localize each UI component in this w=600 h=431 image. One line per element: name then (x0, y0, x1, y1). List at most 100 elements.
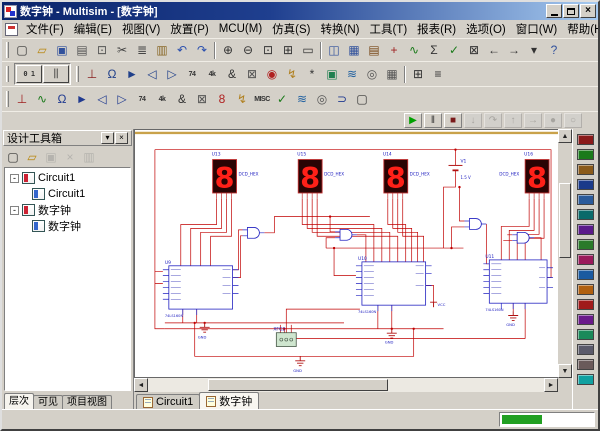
zoom-area-button[interactable]: ⊡ (258, 41, 278, 60)
minimize-button[interactable] (546, 4, 562, 18)
place-misc-button[interactable]: * (302, 65, 322, 84)
collapse-icon[interactable]: - (10, 174, 19, 183)
grapher-button[interactable]: ∿ (404, 41, 424, 60)
cut-button[interactable]: ✂ (112, 41, 132, 60)
hierarchy-tab[interactable]: 层次 (4, 393, 34, 409)
toolbar-grip[interactable] (6, 66, 9, 82)
place-peripheral-button[interactable]: ▣ (322, 65, 342, 84)
indicator-family-button[interactable]: 8 (212, 90, 232, 109)
diode-family-button[interactable]: ► (72, 90, 92, 109)
redo-button[interactable]: ↷ (192, 41, 212, 60)
and-gate[interactable] (512, 232, 534, 243)
save-button[interactable]: ▣ (52, 41, 72, 60)
distortion-analyzer-button[interactable] (575, 297, 597, 312)
place-basic-button[interactable]: Ω (102, 65, 122, 84)
schematic[interactable]: 8 8 8 8 (135, 130, 558, 377)
panel-close-button[interactable]: × (115, 132, 128, 144)
zoom-fit-button[interactable]: ⊞ (278, 41, 298, 60)
circuit1-sheet-tab[interactable]: Circuit1 (136, 394, 200, 409)
and-gate[interactable] (335, 229, 357, 240)
misc-family-button[interactable]: MISC (252, 90, 272, 109)
place-rf-button[interactable]: ≋ (342, 65, 362, 84)
agilent-function-generator-button[interactable] (575, 342, 597, 357)
simulation-pause-switch[interactable]: ‖ (43, 65, 69, 83)
capture-area-button[interactable]: ⊠ (464, 41, 484, 60)
menu-reports[interactable]: 报表(R) (412, 20, 461, 38)
new-document-button[interactable]: ▢ (4, 148, 22, 165)
zoom-in-button[interactable]: ⊕ (218, 41, 238, 60)
tree-node-circuit1[interactable]: - Circuit1 (5, 170, 130, 186)
place-mcu-button[interactable]: ▦ (382, 65, 402, 84)
component-wizard-button[interactable]: + (384, 41, 404, 60)
horizontal-scroll-thumb[interactable] (208, 379, 388, 391)
run-button[interactable]: ▶ (404, 113, 422, 128)
multimeter-button[interactable] (575, 132, 597, 147)
postprocessor-button[interactable]: Σ (424, 41, 444, 60)
menu-transfer[interactable]: 转换(N) (316, 20, 365, 38)
step-out-button[interactable]: ↑ (504, 113, 522, 128)
place-transistor-button[interactable]: ◁ (142, 65, 162, 84)
panel-menu-button[interactable]: ▾ (101, 132, 114, 144)
schematic-canvas-area[interactable]: 8 8 8 8 (134, 129, 558, 378)
spreadsheet-view-button[interactable]: ▦ (344, 41, 364, 60)
copy-button[interactable]: ≣ (132, 41, 152, 60)
ground-symbol[interactable] (508, 311, 518, 320)
simulation-run-switch[interactable]: 0 1 (16, 65, 42, 83)
close-document-button[interactable]: × (61, 148, 79, 165)
electromech-family-button[interactable]: ◎ (312, 90, 332, 109)
place-electromech-button[interactable]: ◎ (362, 65, 382, 84)
place-power-button[interactable]: ↯ (282, 65, 302, 84)
rename-document-button[interactable]: ▥ (80, 148, 98, 165)
stop-button[interactable]: ■ (444, 113, 462, 128)
open-document-button[interactable]: ▱ (23, 148, 41, 165)
document-icon[interactable] (5, 23, 18, 36)
horizontal-scroll-track[interactable] (148, 378, 544, 392)
print-preview-button[interactable]: ⊡ (92, 41, 112, 60)
place-mixed-button[interactable]: ⊠ (242, 65, 262, 84)
visibility-tab[interactable]: 可见 (33, 395, 63, 409)
scroll-right-button[interactable]: ► (544, 378, 558, 392)
place-bus-button[interactable]: ≡ (428, 65, 448, 84)
ground-symbol[interactable] (295, 356, 305, 365)
logic-analyzer-button[interactable] (575, 252, 597, 267)
scroll-left-button[interactable]: ◄ (134, 378, 148, 392)
analog-family-button[interactable]: ▷ (112, 90, 132, 109)
menu-options[interactable]: 选项(O) (461, 20, 511, 38)
tree-leaf-digital-clock[interactable]: 数字钟 (5, 218, 130, 234)
function-generator-symbol[interactable] (276, 333, 296, 347)
bode-plotter-button[interactable] (575, 207, 597, 222)
design-toolbox-button[interactable]: ◫ (324, 41, 344, 60)
digital-family-button[interactable]: & (172, 90, 192, 109)
save-document-button[interactable]: ▣ (42, 148, 60, 165)
ground-symbol[interactable] (387, 329, 397, 338)
place-ttl-button[interactable]: 74 (182, 65, 202, 84)
voltage-source-symbol[interactable] (449, 165, 463, 170)
run-to-cursor-button[interactable]: → (524, 113, 542, 128)
mixed-family-button[interactable]: ⊠ (192, 90, 212, 109)
menu-mcu[interactable]: MCU(M) (214, 22, 267, 36)
digital-clock-sheet-tab[interactable]: 数字钟 (199, 392, 259, 409)
menu-view[interactable]: 视图(V) (117, 20, 165, 38)
spectrum-analyzer-button[interactable] (575, 312, 597, 327)
toolbar-grip[interactable] (6, 91, 9, 107)
cmos-family-button[interactable]: 4k (152, 90, 172, 109)
paste-button[interactable]: ▥ (152, 41, 172, 60)
place-diode-button[interactable]: ► (122, 65, 142, 84)
help-button[interactable]: ? (544, 41, 564, 60)
wattmeter-button[interactable] (575, 162, 597, 177)
project-view-tab[interactable]: 项目视图 (62, 395, 112, 409)
gate-family-button[interactable]: ⊃ (332, 90, 352, 109)
maximize-button[interactable] (563, 4, 579, 18)
menu-place[interactable]: 放置(P) (165, 20, 213, 38)
iv-analyzer-button[interactable] (575, 282, 597, 297)
basic-family-button[interactable]: Ω (52, 90, 72, 109)
print-button[interactable]: ▤ (72, 41, 92, 60)
power-source-family-button[interactable]: ⊥ (12, 90, 32, 109)
word-generator-button[interactable] (575, 237, 597, 252)
tree-node-digital-clock[interactable]: - 数字钟 (5, 202, 130, 218)
remove-breakpoint-button[interactable]: ○ (564, 113, 582, 128)
display-family-button[interactable]: ▢ (352, 90, 372, 109)
signal-source-family-button[interactable]: ∿ (32, 90, 52, 109)
in-use-list-button[interactable]: ▾ (524, 41, 544, 60)
place-analog-button[interactable]: ▷ (162, 65, 182, 84)
